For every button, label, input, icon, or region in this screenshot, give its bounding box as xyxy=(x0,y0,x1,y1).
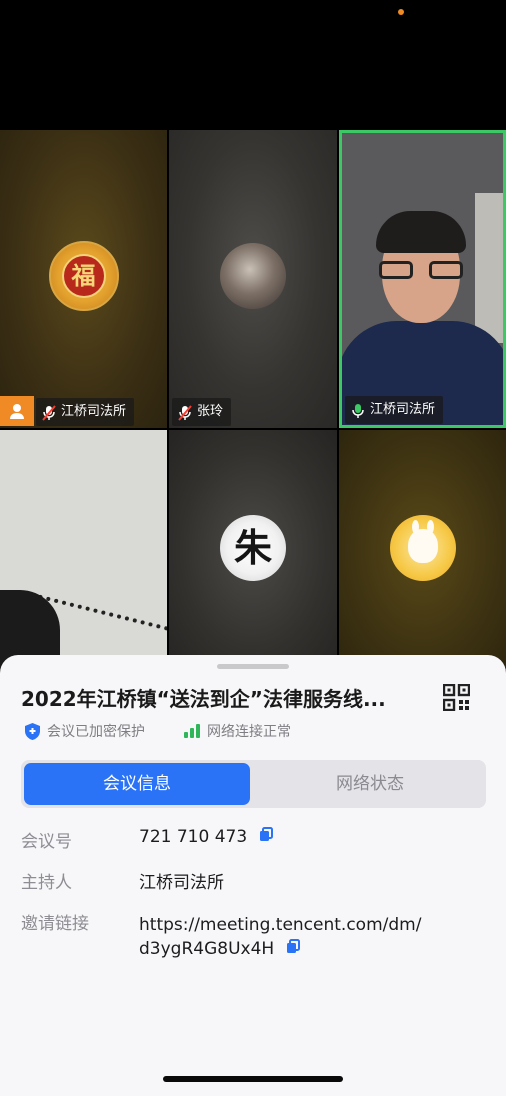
avatar: 朱 xyxy=(220,515,286,581)
participant-tile[interactable] xyxy=(0,430,167,670)
participant-name: 张玲 xyxy=(197,404,224,419)
connection-status-row: 会议已加密保护 网络连接正常 xyxy=(24,721,329,741)
meeting-id-label: 会议号 xyxy=(21,832,72,852)
meeting-id-value-wrap: 721 710 473 xyxy=(139,827,439,847)
avatar xyxy=(220,243,286,309)
mic-active-icon xyxy=(351,402,365,418)
avatar: 福 xyxy=(48,241,119,311)
signal-icon xyxy=(184,724,200,738)
encryption-status-text: 会议已加密保护 xyxy=(47,724,145,740)
meeting-id-value: 721 710 473 xyxy=(139,827,248,847)
participant-tile[interactable]: 福 江桥司法所 xyxy=(0,130,167,428)
participant-tile[interactable] xyxy=(339,430,506,670)
speaker-hair xyxy=(376,211,466,253)
invite-link-label: 邀请链接 xyxy=(21,914,89,934)
network-status: 网络连接正常 xyxy=(183,721,291,741)
home-indicator[interactable] xyxy=(163,1076,343,1082)
copy-icon[interactable] xyxy=(259,827,273,847)
bunny-avatar-icon xyxy=(407,520,438,563)
info-tabs: 会议信息 网络状态 xyxy=(21,760,486,808)
avatar-glyph: 福 xyxy=(61,254,106,298)
speaker-glasses xyxy=(379,261,463,281)
camera-indicator-dot xyxy=(398,9,404,15)
meeting-info-sheet: 2022年江桥镇“送法到企”法律服务线... 会议已加密保护 网络连接正常 会议… xyxy=(0,655,506,1096)
mic-muted-icon xyxy=(42,404,56,421)
network-status-text: 网络连接正常 xyxy=(207,724,291,740)
drag-handle[interactable] xyxy=(217,664,289,669)
background-window xyxy=(475,193,503,343)
shield-icon xyxy=(25,722,40,740)
participant-name-tag: 张玲 xyxy=(172,398,232,426)
host-icon xyxy=(0,396,34,426)
avatar-glyph: 朱 xyxy=(233,525,272,570)
invite-link-line1: https://meeting.tencent.com/dm/ xyxy=(139,915,422,935)
participant-name-tag: 江桥司法所 xyxy=(345,396,444,424)
participant-name: 江桥司法所 xyxy=(370,402,436,417)
meeting-title: 2022年江桥镇“送法到企”法律服务线... xyxy=(21,687,386,711)
mic-muted-icon xyxy=(178,404,192,421)
participant-name: 江桥司法所 xyxy=(61,404,127,419)
active-speaker-tile[interactable]: 江桥司法所 xyxy=(339,130,506,428)
host-value: 江桥司法所 xyxy=(139,873,224,893)
invite-link-line2: d3ygR4G8Ux4H xyxy=(139,939,275,959)
participant-tile[interactable]: 张玲 xyxy=(169,130,337,428)
copy-icon[interactable] xyxy=(286,937,300,961)
encryption-status: 会议已加密保护 xyxy=(24,721,145,741)
host-label: 主持人 xyxy=(21,873,72,893)
participant-name-tag: 江桥司法所 xyxy=(36,398,135,426)
invite-link-value[interactable]: https://meeting.tencent.com/dm/ d3ygR4G8… xyxy=(139,913,439,961)
video-grid: 福 江桥司法所 张玲 江桥司法所 朱 xyxy=(0,130,506,670)
avatar xyxy=(389,515,456,581)
participant-tile[interactable]: 朱 xyxy=(169,430,337,670)
tab-network-status[interactable]: 网络状态 xyxy=(257,763,483,805)
tab-meeting-info[interactable]: 会议信息 xyxy=(24,763,250,805)
qr-code-icon[interactable] xyxy=(442,683,471,712)
